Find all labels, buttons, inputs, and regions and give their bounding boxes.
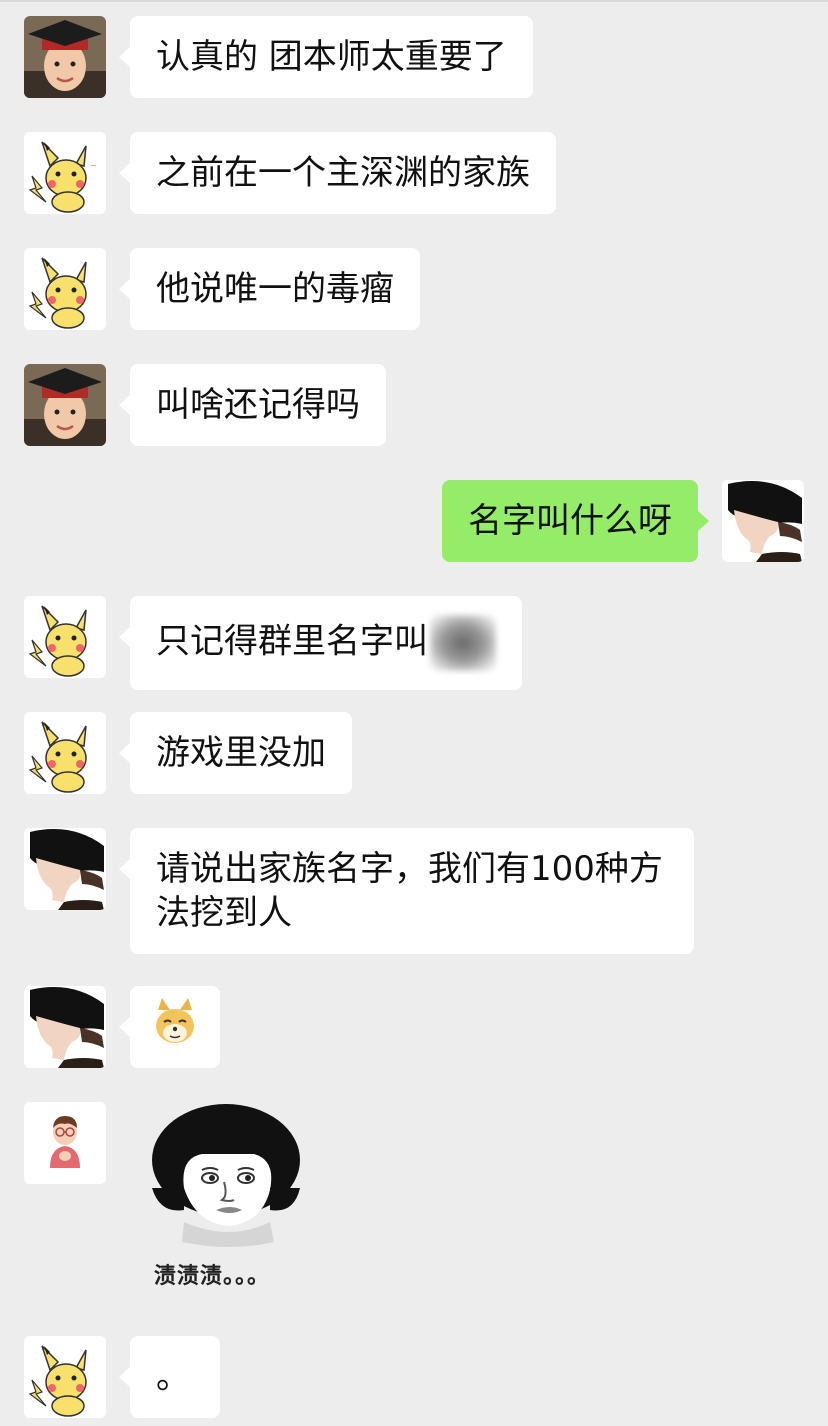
message-bubble[interactable]: 之前在一个主深渊的家族	[119, 132, 556, 214]
message-bubble[interactable]	[119, 986, 220, 1068]
avatar-graduate-boy[interactable]	[24, 16, 106, 98]
message-text: 请说出家族名字，我们有100种方法挖到人	[156, 849, 663, 933]
message-bubble[interactable]: 请说出家族名字，我们有100种方法挖到人	[119, 828, 694, 954]
avatar-pikachu[interactable]	[24, 596, 106, 678]
message-bubble[interactable]: 。	[119, 1336, 220, 1418]
doge-emoji-icon	[156, 998, 194, 1043]
blurred-name-redaction	[430, 615, 496, 671]
bowl-cut-face-sticker[interactable]	[150, 1102, 310, 1256]
message-bubble[interactable]: 叫啥还记得吗	[119, 364, 386, 446]
message-text: 之前在一个主深渊的家族	[156, 153, 530, 193]
avatar-graduate-boy[interactable]	[24, 364, 106, 446]
avatar-dark-hair-profile[interactable]	[24, 828, 106, 910]
avatar-dark-hair-profile[interactable]	[24, 986, 106, 1068]
message-text: 他说唯一的毒瘤	[156, 269, 394, 309]
sticker-image	[152, 1104, 300, 1247]
message-text: 名字叫什么呀	[468, 501, 672, 541]
avatar-dark-hair-profile[interactable]	[722, 480, 804, 562]
avatar-cartoon-boy-glasses[interactable]	[24, 1102, 106, 1184]
message-text: 叫啥还记得吗	[156, 385, 360, 425]
message-text: 。	[156, 1357, 190, 1397]
avatar-pikachu[interactable]	[24, 712, 106, 794]
message-bubble-outgoing[interactable]: 名字叫什么呀	[442, 480, 709, 562]
avatar-pikachu[interactable]	[24, 248, 106, 330]
message-text: 游戏里没加	[156, 733, 326, 773]
avatar-pikachu[interactable]: ~	[24, 132, 106, 214]
svg-text:~: ~	[90, 161, 97, 170]
message-text: 只记得群里名字叫	[156, 621, 428, 662]
avatar-pikachu[interactable]	[24, 1336, 106, 1418]
message-bubble[interactable]: 游戏里没加	[119, 712, 352, 794]
chat-message-list[interactable]: 认真的 团本师太重要了 ~ 之前在一个主深渊的家族 他说唯一的毒瘤 叫啥还记得吗…	[0, 0, 828, 1426]
message-bubble[interactable]: 只记得群里名字叫	[119, 596, 522, 690]
sticker-caption: 渍渍渍。。。	[154, 1264, 271, 1289]
message-bubble[interactable]: 他说唯一的毒瘤	[119, 248, 420, 330]
message-bubble[interactable]: 认真的 团本师太重要了	[119, 16, 533, 98]
message-text: 认真的 团本师太重要了	[156, 37, 507, 77]
